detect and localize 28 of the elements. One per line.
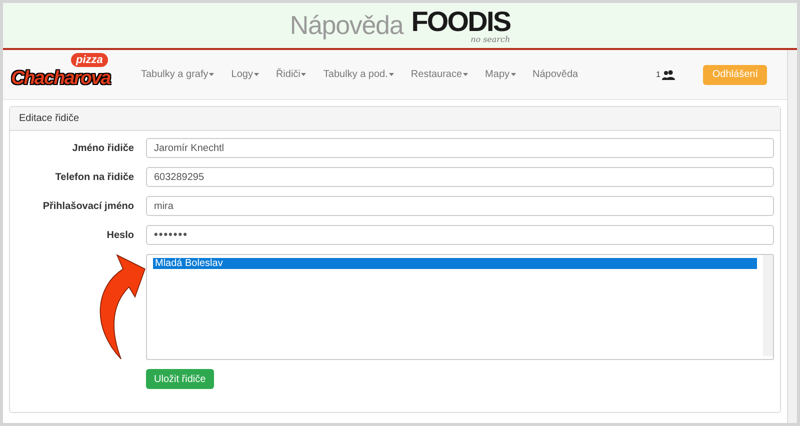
nav-link[interactable]: Mapy — [485, 67, 516, 82]
input-field[interactable]: Jaromír Knechtl — [146, 138, 774, 158]
nav-link[interactable]: Tabulky a pod. — [323, 67, 394, 82]
page-title: Nápověda — [290, 9, 404, 42]
brand-tag: pizza — [71, 52, 108, 66]
nav-link[interactable]: Řidiči — [276, 67, 306, 82]
logo-tagline: no search — [470, 36, 510, 44]
page-scrollbar[interactable] — [787, 50, 797, 423]
save-button[interactable]: Uložit řidiče — [146, 369, 214, 389]
list-box[interactable]: Mladá Boleslav — [146, 254, 774, 360]
field-label: Přihlašovací jméno — [42, 200, 135, 214]
field-label: Jméno řidiče — [71, 142, 135, 156]
input-field[interactable]: 603289295 — [146, 167, 774, 187]
nav-link[interactable]: Restaurace — [410, 67, 468, 82]
nav-link[interactable]: Tabulky a grafy — [141, 67, 214, 82]
input-field[interactable]: mira — [146, 196, 774, 216]
users-icon — [662, 70, 676, 80]
panel-title: Editace řidiče — [19, 112, 80, 126]
user-count: 1 — [656, 68, 660, 80]
list-option[interactable]: Mladá Boleslav — [153, 258, 757, 269]
logo-name: FOODIS — [411, 8, 510, 36]
scrollbar[interactable] — [763, 255, 773, 356]
input-field[interactable]: ••••••• — [146, 225, 774, 245]
field-label: Telefon na řidiče — [54, 170, 135, 184]
brand-name[interactable]: Chacharova — [11, 68, 110, 88]
nav-link[interactable]: Logy — [231, 67, 259, 82]
field-label: Heslo — [106, 228, 135, 242]
nav-link[interactable]: Nápověda — [532, 67, 578, 82]
